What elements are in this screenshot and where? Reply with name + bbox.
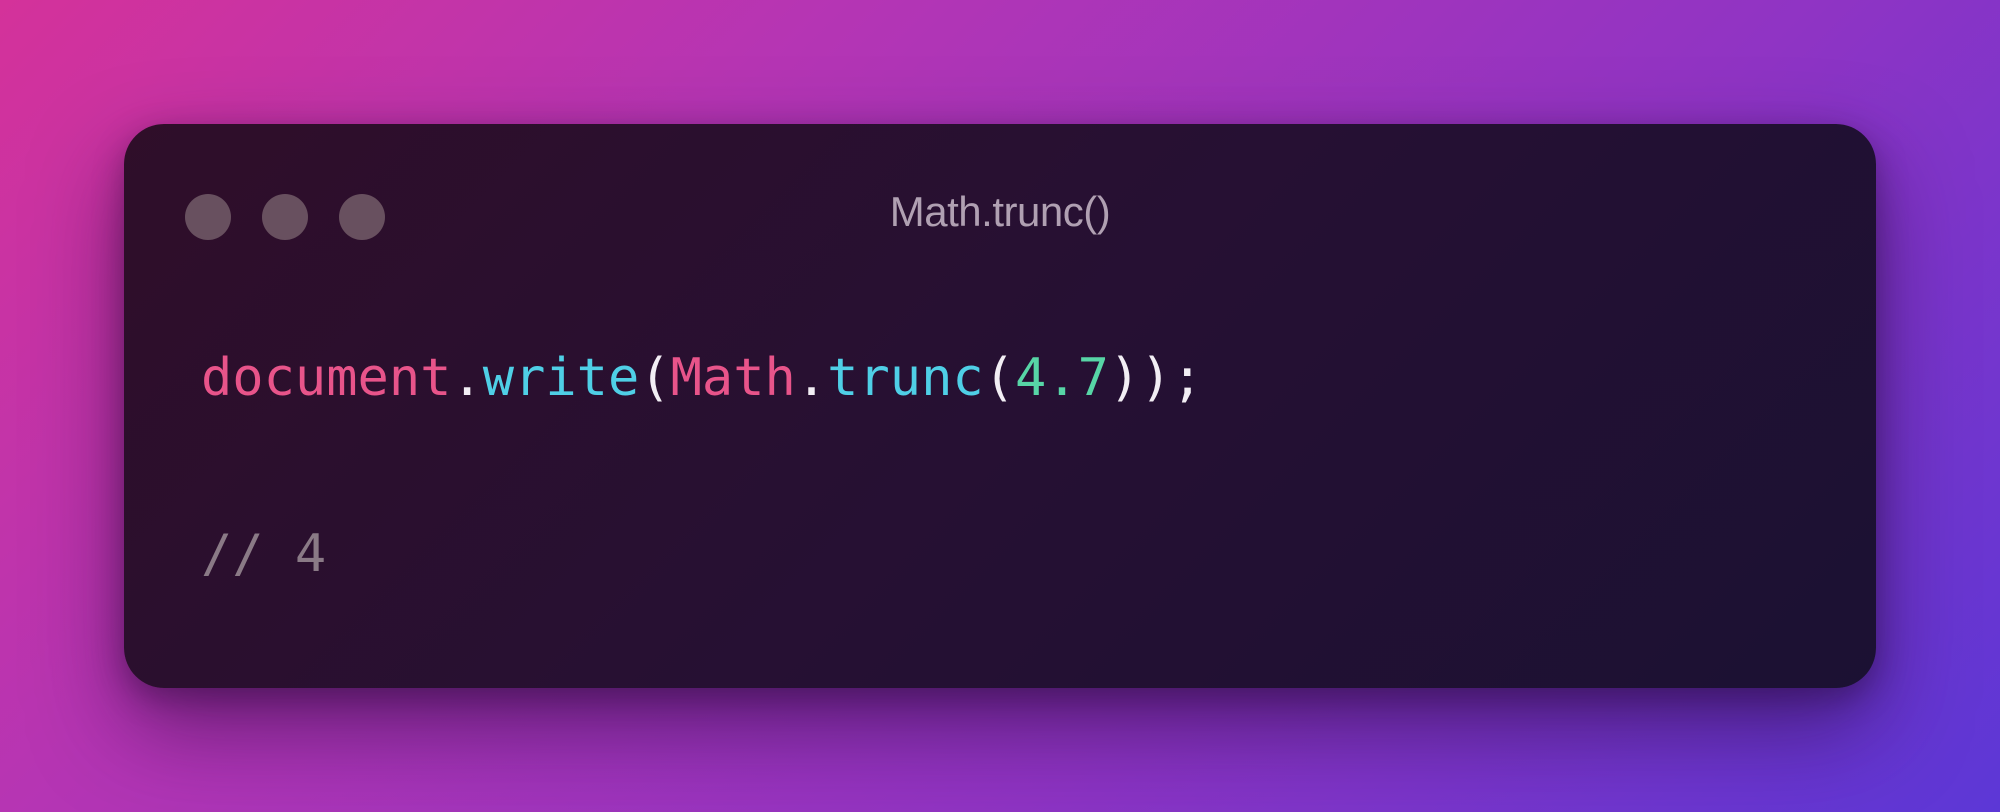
code-token-punctuation: )) bbox=[1108, 348, 1172, 408]
window-titlebar: Math.trunc() bbox=[124, 124, 1876, 304]
code-token-object: Math bbox=[670, 348, 796, 408]
code-token-number: 4.7 bbox=[1015, 348, 1109, 408]
code-token-punctuation: . bbox=[451, 348, 483, 408]
code-token-punctuation: ; bbox=[1171, 348, 1203, 408]
window-title: Math.trunc() bbox=[889, 188, 1111, 235]
code-token-object: document bbox=[201, 348, 452, 408]
code-token-punctuation: ( bbox=[983, 348, 1016, 408]
code-window: Math.trunc() document.write(Math.trunc(4… bbox=[124, 124, 1876, 688]
code-line: // 4 bbox=[201, 524, 326, 584]
code-token-punctuation: ( bbox=[639, 348, 671, 408]
code-token-punctuation: . bbox=[795, 348, 828, 408]
code-token-method: write bbox=[482, 348, 640, 408]
code-comment: // 4 bbox=[201, 524, 327, 584]
code-line: document.write(Math.trunc(4.7)); bbox=[201, 348, 1203, 408]
code-token-method: trunc bbox=[827, 348, 984, 408]
